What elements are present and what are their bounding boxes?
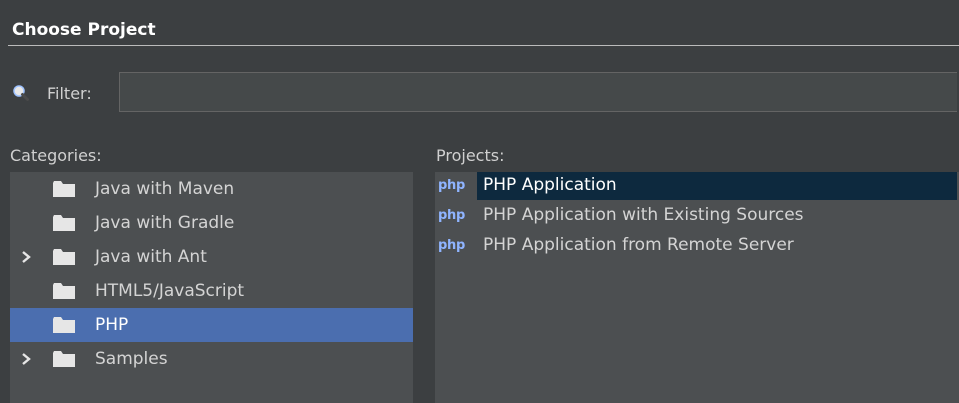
php-icon: php [438, 238, 465, 253]
category-label: Java with Ant [95, 247, 207, 267]
project-label: PHP Application from Remote Server [483, 235, 794, 255]
folder-icon [53, 283, 75, 300]
projects-list: php PHP Application php PHP Application … [435, 172, 959, 403]
category-item-samples[interactable]: Samples [10, 342, 413, 376]
project-label: PHP Application with Existing Sources [483, 205, 804, 225]
filter-label: Filter: [47, 84, 92, 103]
project-item-php-application[interactable]: php PHP Application [435, 172, 957, 202]
categories-label: Categories: [10, 146, 102, 165]
category-label: HTML5/JavaScript [95, 281, 245, 301]
category-item-html5-javascript[interactable]: HTML5/JavaScript [10, 274, 413, 308]
project-selection-highlight: PHP Application [477, 172, 957, 200]
page-title: Choose Project [12, 20, 156, 40]
folder-icon [53, 317, 75, 334]
search-icon [12, 84, 30, 102]
chevron-right-icon[interactable] [19, 249, 33, 265]
category-item-php[interactable]: PHP [10, 308, 413, 342]
filter-row: Filter: [0, 72, 959, 114]
category-label: Samples [95, 349, 168, 369]
php-icon: php [438, 178, 465, 193]
category-label: PHP [95, 315, 129, 335]
projects-label: Projects: [436, 146, 505, 165]
project-item-php-existing-sources[interactable]: php PHP Application with Existing Source… [435, 202, 957, 232]
title-divider [8, 45, 959, 46]
folder-icon [53, 181, 75, 198]
choose-project-window: Choose Project Filter: Categories: Proje… [0, 0, 959, 403]
title-bar: Choose Project [0, 0, 959, 46]
category-item-java-with-gradle[interactable]: Java with Gradle [10, 206, 413, 240]
filter-input[interactable] [119, 72, 957, 112]
folder-icon [53, 249, 75, 266]
php-icon: php [438, 208, 465, 223]
chevron-right-icon[interactable] [19, 351, 33, 367]
categories-tree: Java with Maven Java with Gradle Java wi… [10, 172, 413, 403]
category-item-java-with-maven[interactable]: Java with Maven [10, 172, 413, 206]
category-item-java-with-ant[interactable]: Java with Ant [10, 240, 413, 274]
project-item-php-remote-server[interactable]: php PHP Application from Remote Server [435, 232, 957, 262]
category-label: Java with Maven [95, 179, 235, 199]
folder-icon [53, 215, 75, 232]
category-label: Java with Gradle [95, 213, 235, 233]
project-label: PHP Application [483, 175, 617, 195]
folder-icon [53, 351, 75, 368]
